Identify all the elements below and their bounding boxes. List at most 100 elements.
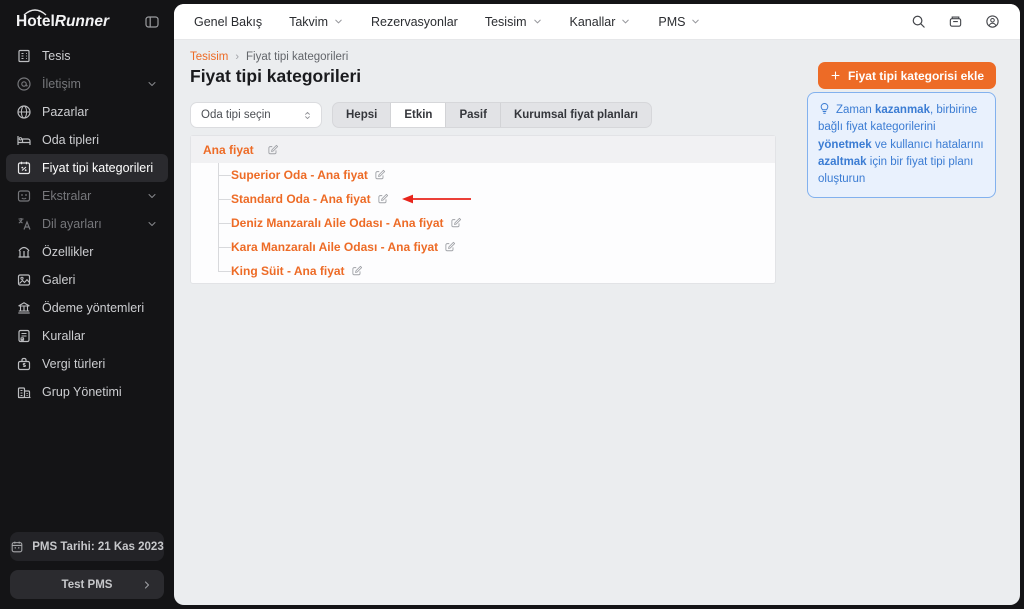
sidebar-item-vergi-turleri[interactable]: Vergi türleri [6,350,168,378]
test-pms-label: Test PMS [62,579,113,591]
segment-pasif[interactable]: Pasif [446,103,501,127]
sidebar-item-galeri[interactable]: Galeri [6,266,168,294]
sidebar-item-iletisim[interactable]: İletişim [6,70,168,98]
logo-roof-icon [23,8,47,16]
sidebar-item-pazarlar[interactable]: Pazarlar [6,98,168,126]
pms-date-button[interactable]: PMS Tarihi: 21 Kas 2023 [10,532,164,561]
edit-icon[interactable] [450,217,462,229]
breadcrumb-parent[interactable]: Tesisim [190,51,228,63]
sidebar-item-label: İletişim [42,77,81,91]
updown-icon [302,110,313,121]
tax-icon [16,356,32,372]
breadcrumb: Tesisim › Fiyat tipi kategorileri [190,51,348,63]
sidebar-item-label: Oda tipleri [42,133,99,147]
add-category-button[interactable]: Fiyat tipi kategorisi ekle [818,62,996,89]
edit-icon[interactable] [444,241,456,253]
tree-row: Kara Manzaralı Aile Odası - Ana fiyat [191,235,775,259]
sidebar-item-tesis[interactable]: Tesis [6,42,168,70]
plus-icon [830,70,841,81]
tree-root-row: Ana fiyat [191,136,775,163]
room-type-select[interactable]: Oda tipi seçin [190,102,322,128]
sidebar-item-label: Kurallar [42,329,85,343]
sidebar-item-label: Pazarlar [42,105,89,119]
bank-icon [16,300,32,316]
sidebar-item-kurallar[interactable]: Kurallar [6,322,168,350]
tree-item-label[interactable]: Superior Oda - Ana fiyat [231,168,368,182]
sidebar-item-odeme-yontemleri[interactable]: Ödeme yöntemleri [6,294,168,322]
tree-row: Superior Oda - Ana fiyat [191,163,775,187]
logo-text-runner: Runner [55,13,109,30]
badge-icon [16,188,32,204]
edit-icon[interactable] [374,169,386,181]
edit-icon[interactable] [267,144,279,156]
page-content: Tesisim › Fiyat tipi kategorileri Fiyat … [174,40,1020,604]
profile-icon[interactable] [985,14,1000,29]
tip-text-bold: kazanmak [875,104,930,116]
sidebar-item-label: Ekstralar [42,189,91,203]
pms-date-label: PMS Tarihi: 21 Kas 2023 [32,541,163,553]
nav-tesisim[interactable]: Tesisim [485,15,543,29]
breadcrumb-separator: › [235,51,239,63]
sidebar-item-oda-tipleri[interactable]: Oda tipleri [6,126,168,154]
features-icon [16,244,32,260]
page-title: Fiyat tipi kategorileri [190,66,361,87]
sidebar-item-ekstralar[interactable]: Ekstralar [6,182,168,210]
tree-root-label[interactable]: Ana fiyat [203,143,254,157]
segment-hepsi[interactable]: Hepsi [333,103,391,127]
status-segmented-control: Hepsi Etkin Pasif Kurumsal fiyat planlar… [332,102,652,128]
globe-icon [16,104,32,120]
chevron-down-icon [146,190,158,202]
search-icon[interactable] [911,14,926,29]
nav-genel-bakis[interactable]: Genel Bakış [194,15,262,29]
chevron-down-icon [620,16,631,27]
edit-icon[interactable] [351,265,363,277]
price-category-tree: Ana fiyat Superior Oda - Ana fiyat Stand… [190,135,776,284]
nav-label: Takvim [289,15,328,29]
price-category-icon [16,160,32,176]
tree-item-label[interactable]: Deniz Manzaralı Aile Odası - Ana fiyat [231,216,444,230]
at-icon [16,76,32,92]
pos-terminal-icon[interactable] [948,14,963,29]
group-icon [16,384,32,400]
chevron-down-icon [690,16,701,27]
tree-item-label[interactable]: King Süit - Ana fiyat [231,264,345,278]
tip-text: ve kullanıcı hatalarını [872,139,984,151]
nav-kanallar[interactable]: Kanallar [570,15,632,29]
test-pms-button[interactable]: Test PMS [10,570,164,599]
nav-rezervasyonlar[interactable]: Rezervasyonlar [371,15,458,29]
rules-icon [16,328,32,344]
room-type-select-value: Oda tipi seçin [201,109,271,121]
lightbulb-icon [818,102,831,115]
segment-kurumsal-fiyat-planlari[interactable]: Kurumsal fiyat planları [501,103,651,127]
tree-row: Deniz Manzaralı Aile Odası - Ana fiyat [191,211,775,235]
chevron-down-icon [333,16,344,27]
tree-children: Superior Oda - Ana fiyat Standard Oda - … [191,163,775,283]
nav-pms[interactable]: PMS [658,15,701,29]
nav-label: Tesisim [485,15,527,29]
tree-row: Standard Oda - Ana fiyat [191,187,775,211]
sidebar-item-ozellikler[interactable]: Özellikler [6,238,168,266]
tree-item-label[interactable]: Standard Oda - Ana fiyat [231,192,371,206]
filter-row: Oda tipi seçin Hepsi Etkin Pasif Kurumsa… [190,102,652,128]
main-panel: Genel Bakış Takvim Rezervasyonlar Tesisi… [174,4,1020,605]
tree-item-label[interactable]: Kara Manzaralı Aile Odası - Ana fiyat [231,240,438,254]
brand-logo[interactable]: HotelRunner [16,13,109,31]
calendar-icon [10,540,24,554]
edit-icon[interactable] [377,193,389,205]
sidebar-item-fiyat-tipi-kategorileri[interactable]: Fiyat tipi kategorileri [6,154,168,182]
sidebar-item-dil-ayarlari[interactable]: Dil ayarları [6,210,168,238]
nav-label: Kanallar [570,15,616,29]
tip-text: Zaman [836,104,875,116]
sidebar-item-grup-yonetimi[interactable]: Grup Yönetimi [6,378,168,406]
top-navigation: Genel Bakış Takvim Rezervasyonlar Tesisi… [174,4,1020,40]
chevron-down-icon [532,16,543,27]
sidebar-menu: Tesis İletişim Pazarlar Oda tipleri Fiya… [0,40,174,408]
sidebar-item-label: Tesis [42,49,70,63]
sidebar: HotelRunner Tesis İletişim Pazarlar Oda … [0,0,174,609]
tip-text-bold: yönetmek [818,139,872,151]
nav-takvim[interactable]: Takvim [289,15,344,29]
tip-box: Zaman kazanmak, birbirine bağlı fiyat ka… [807,92,996,198]
sidebar-collapse-icon[interactable] [144,14,160,30]
segment-etkin[interactable]: Etkin [391,103,446,127]
building-icon [16,48,32,64]
